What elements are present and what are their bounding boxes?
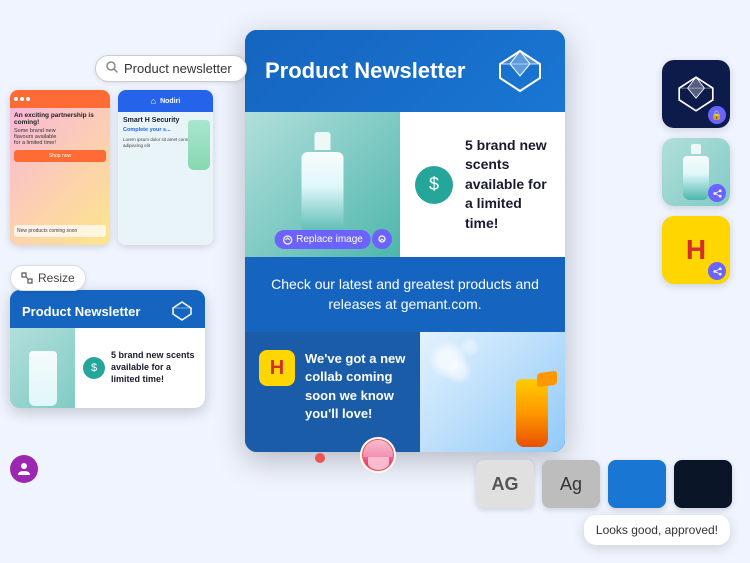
collab-text: We've got a new collab coming soon we kn… — [305, 350, 406, 423]
left-bottom-newsletter-card[interactable]: Product Newsletter $ 5 brand new scents … — [10, 290, 205, 408]
resize-icon — [21, 272, 33, 284]
profile-avatar — [360, 437, 396, 473]
newsletter-section1: Replace image $ 5 brand new scents avail… — [245, 112, 565, 257]
ag-gray-card[interactable]: AG — [476, 460, 534, 508]
replace-icon — [282, 235, 292, 245]
left-card-header: Product Newsletter — [10, 290, 205, 328]
bottle-visual — [295, 132, 350, 237]
h-brand-icon: H — [259, 350, 295, 386]
mini-scent-icon: $ — [83, 357, 105, 379]
card-text: Some brand newflavours availablefor a li… — [14, 128, 106, 146]
ag-light-label: Ag — [560, 474, 582, 495]
edit-icon — [377, 234, 387, 244]
person-icon — [16, 461, 32, 477]
small-bottle-icon — [681, 144, 711, 200]
brand-name: Nodiri — [160, 98, 180, 105]
template-card-white[interactable]: ⌂ Nodiri Smart H Security Complete your … — [118, 90, 213, 245]
avatar-face — [363, 440, 393, 470]
left-template-cards: An exciting partnership is coming! Some … — [10, 90, 213, 245]
share-icon — [713, 189, 722, 198]
gem-logo-small — [171, 300, 193, 322]
card-heading: An exciting partnership is coming! — [14, 112, 106, 126]
card-content: An exciting partnership is coming! Some … — [10, 108, 110, 166]
ag-light-card[interactable]: Ag — [542, 460, 600, 508]
section1-text: 5 brand new scents available for a limit… — [465, 136, 550, 234]
card-cta: Shop now — [14, 150, 106, 162]
newsletter-title: Product Newsletter — [265, 58, 466, 84]
lock-badge: 🔒 — [708, 106, 726, 124]
mini-bottle — [29, 351, 57, 406]
newsletter-section2: Check our latest and greatest products a… — [245, 257, 565, 332]
section2-text: Check our latest and greatest products a… — [265, 275, 545, 314]
edit-corner-button[interactable] — [372, 229, 392, 249]
gem-logo-main — [495, 46, 545, 96]
card-bottom: New products coming soon — [14, 225, 106, 237]
ag-gray-label: AG — [492, 474, 519, 495]
newsletter-header: Product Newsletter — [245, 30, 565, 112]
red-dot-indicator — [315, 453, 325, 463]
gem-lock-card[interactable]: 🔒 — [662, 60, 730, 128]
h-share-icon — [713, 267, 722, 276]
h-share-badge — [708, 262, 726, 280]
card-top-bar — [10, 90, 110, 108]
scent-icon: $ — [415, 166, 453, 204]
mini-bottle-area — [10, 328, 75, 408]
navy-square-card[interactable] — [674, 460, 732, 508]
home-icon: ⌂ — [151, 96, 156, 106]
h-letter: H — [686, 234, 706, 266]
resize-label: Resize — [38, 271, 75, 285]
bottom-icon-row: AG Ag — [476, 460, 732, 508]
right-icon-cards: 🔒 H — [662, 60, 730, 284]
bubble2 — [445, 357, 473, 385]
replace-label: Replace image — [296, 234, 363, 245]
h-brand-share-card[interactable]: H — [662, 216, 730, 284]
mini-text-area: $ 5 brand new scents available for a lim… — [75, 328, 205, 408]
product-image-area: Replace image — [245, 112, 400, 257]
left-card-body: $ 5 brand new scents available for a lim… — [10, 328, 205, 408]
blue-square-card[interactable] — [608, 460, 666, 508]
bubble3 — [460, 337, 480, 357]
bottle-share-card[interactable] — [662, 138, 730, 206]
replace-image-button[interactable]: Replace image — [274, 230, 371, 249]
collab-area: H We've got a new collab coming soon we … — [245, 332, 420, 452]
card-header-blue: ⌂ Nodiri — [118, 90, 213, 112]
main-newsletter-card: Product Newsletter Replace image — [245, 30, 565, 452]
template-card-pink[interactable]: An exciting partnership is coming! Some … — [10, 90, 110, 245]
share-badge — [708, 184, 726, 202]
search-icon — [106, 61, 118, 76]
comment-bubble: Looks good, approved! — [584, 515, 730, 545]
newsletter-section1-text: $ 5 brand new scents available for a lim… — [400, 112, 565, 257]
mini-card-text: 5 brand new scents available for a limit… — [111, 350, 197, 385]
resize-button[interactable]: Resize — [10, 265, 86, 291]
spray-bottle-visual — [507, 357, 557, 447]
comment-text: Looks good, approved! — [596, 523, 718, 537]
avatar-icon — [10, 455, 38, 483]
left-card-title: Product Newsletter — [22, 304, 140, 319]
card-body: Smart H Security Complete your s... Lore… — [118, 112, 213, 245]
newsletter-section3: H We've got a new collab coming soon we … — [245, 332, 565, 452]
search-bar[interactable]: Product newsletter — [95, 55, 247, 82]
collab-image — [420, 332, 565, 452]
search-value: Product newsletter — [124, 61, 232, 76]
bottle-image — [188, 120, 210, 170]
